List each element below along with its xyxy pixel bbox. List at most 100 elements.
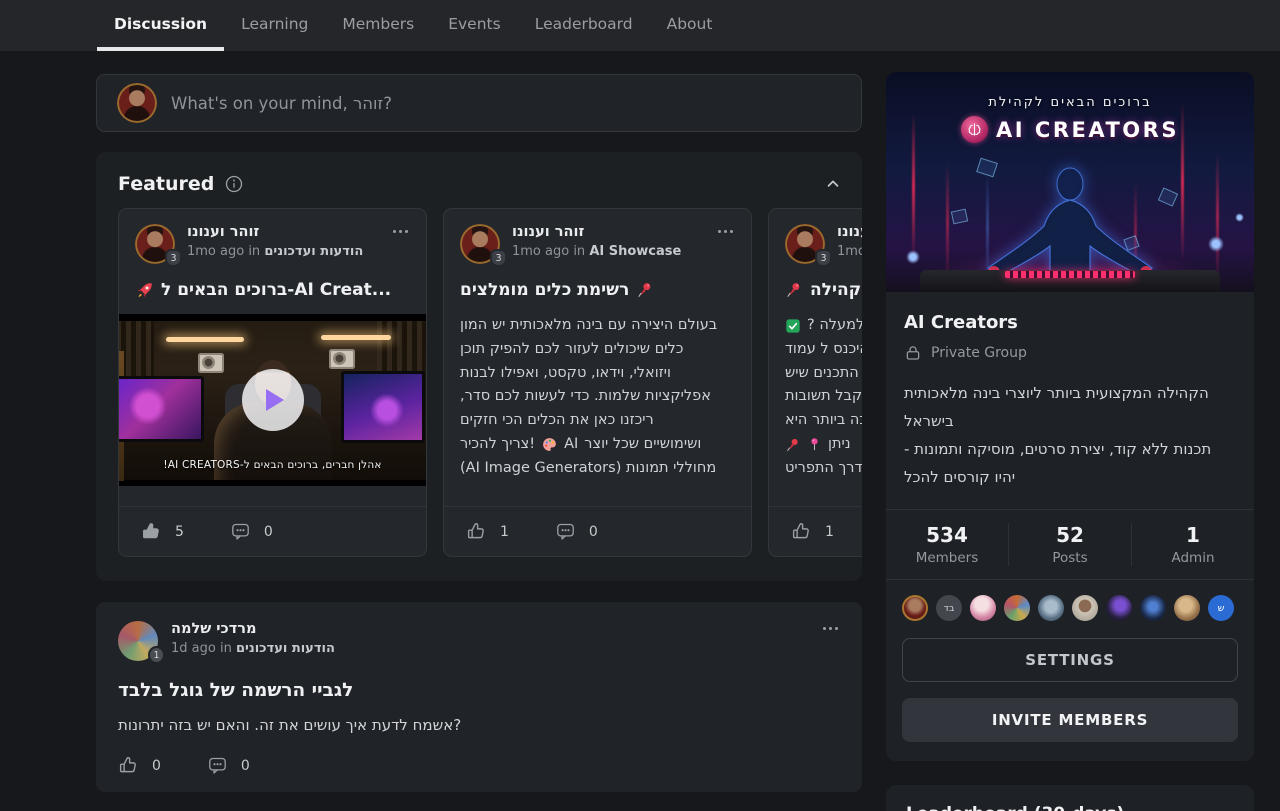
group-stats: 534 Members 52 Posts 1 Admin	[886, 509, 1254, 580]
tab-discussion[interactable]: Discussion	[97, 0, 224, 51]
thumbs-up-icon	[466, 521, 487, 542]
comment-icon	[230, 521, 251, 542]
feed-post[interactable]: 1 מרדכי שלמה 1d ago in הודעות ועדכונים ל…	[96, 602, 862, 792]
like-button[interactable]: 1	[466, 521, 509, 542]
post-body: בעולם היצירה עם בינה מלאכותית יש המון כל…	[460, 314, 735, 481]
top-nav: Discussion Learning Members Events Leade…	[0, 0, 1280, 51]
post-author: מרדכי שלמה	[171, 621, 335, 637]
featured-card-community[interactable]: 3 זוהר וענונו 1mo ago in	[768, 208, 862, 557]
thumbs-up-icon	[791, 521, 812, 542]
member-avatar[interactable]	[970, 595, 996, 621]
post-category: הודעות ועדכונים	[236, 641, 335, 656]
post-title: רשימת כלים מומלצים	[460, 280, 629, 300]
like-count: 1	[825, 524, 834, 540]
green-check-icon	[785, 318, 801, 334]
thumbs-up-filled-icon	[141, 521, 162, 542]
level-badge: 3	[490, 249, 507, 267]
post-time: 1mo ago in	[837, 244, 862, 259]
featured-section: Featured 3	[96, 152, 862, 581]
pushpin-icon	[785, 437, 801, 453]
featured-card-welcome[interactable]: 3 זוהר וענונו 1mo ago in הודעות ועדכונים	[118, 208, 427, 557]
post-time: 1d ago in	[171, 641, 232, 656]
tab-events[interactable]: Events	[431, 0, 517, 51]
video-thumbnail[interactable]: אהלן חברים, ברוכים הבאים ל-AI CREATORS!	[118, 314, 427, 486]
stat-label: Members	[886, 550, 1008, 566]
stat-members[interactable]: 534 Members	[886, 523, 1008, 566]
banner-brand-text: AI CREATORS	[996, 118, 1179, 142]
stat-value: 52	[1009, 523, 1131, 547]
comment-button[interactable]: 0	[207, 755, 250, 776]
member-avatar[interactable]: בד	[936, 595, 962, 621]
group-banner: ברוכים הבאים לקהילת AI CREATORS	[886, 72, 1254, 292]
post-title: קהילה	[810, 280, 861, 300]
round-pin-icon	[807, 437, 822, 452]
group-description: הקהילה המקצועית ביותר ליוצרי בינה מלאכות…	[904, 379, 1236, 509]
stat-value: 534	[886, 523, 1008, 547]
leaderboard-card: Leaderboard (30-days)	[886, 785, 1254, 811]
comment-count: 0	[589, 524, 598, 540]
more-menu-icon[interactable]	[716, 224, 735, 239]
invite-members-button[interactable]: INVITE MEMBERS	[902, 698, 1238, 742]
leaderboard-title: Leaderboard (30-days)	[906, 804, 1234, 811]
pushpin-icon	[636, 281, 654, 299]
post-body: אשמח לדעת איך עושים את זה. והאם יש בזה י…	[118, 716, 840, 734]
thumbs-up-icon	[118, 755, 139, 776]
play-button[interactable]	[242, 369, 304, 431]
member-avatar[interactable]	[1038, 595, 1064, 621]
play-icon	[266, 389, 284, 411]
member-avatar[interactable]	[1106, 595, 1132, 621]
like-count: 1	[500, 524, 509, 540]
settings-button[interactable]: SETTINGS	[902, 638, 1238, 682]
tab-members[interactable]: Members	[325, 0, 431, 51]
lock-icon	[904, 344, 922, 362]
stat-posts[interactable]: 52 Posts	[1008, 523, 1131, 566]
post-category: AI Showcase	[589, 244, 681, 259]
member-avatar[interactable]: ש	[1208, 595, 1234, 621]
chevron-up-icon[interactable]	[824, 175, 842, 193]
member-avatar[interactable]	[902, 595, 928, 621]
tab-about[interactable]: About	[650, 0, 730, 51]
compose-post-box[interactable]: What's on your mind, זוהר?	[96, 74, 862, 132]
video-caption: אהלן חברים, ברוכים הבאים ל-AI CREATORS!	[118, 459, 427, 471]
like-button[interactable]: 1	[791, 521, 834, 542]
like-button[interactable]: 0	[118, 755, 161, 776]
comment-button[interactable]: 0	[230, 521, 273, 542]
stat-label: Posts	[1009, 550, 1131, 566]
like-button[interactable]: 5	[141, 521, 184, 542]
level-badge: 3	[165, 249, 182, 267]
stat-admins[interactable]: 1 Admin	[1131, 523, 1254, 566]
more-menu-icon[interactable]	[391, 224, 410, 239]
tab-learning[interactable]: Learning	[224, 0, 325, 51]
more-menu-icon[interactable]	[821, 621, 840, 636]
member-avatars-row: בד ש	[886, 580, 1254, 625]
group-name: AI Creators	[904, 312, 1236, 333]
stat-value: 1	[1132, 523, 1254, 547]
banner-keyboard	[1005, 271, 1135, 278]
stat-label: Admin	[1132, 550, 1254, 566]
info-icon[interactable]	[224, 174, 244, 194]
comment-count: 0	[264, 524, 273, 540]
post-category: הודעות ועדכונים	[264, 244, 363, 259]
pushpin-icon	[785, 281, 803, 299]
comment-icon	[207, 755, 228, 776]
avatar	[117, 83, 157, 123]
member-avatar[interactable]	[1004, 595, 1030, 621]
post-time: 1mo ago in	[187, 244, 260, 259]
group-privacy: Private Group	[931, 345, 1027, 361]
featured-title: Featured	[118, 173, 214, 195]
banner-figure	[960, 164, 1180, 282]
member-avatar[interactable]	[1174, 595, 1200, 621]
tab-leaderboard[interactable]: Leaderboard	[518, 0, 650, 51]
member-avatar[interactable]	[1140, 595, 1166, 621]
compose-placeholder: What's on your mind, זוהר?	[171, 94, 392, 113]
post-time: 1mo ago in	[512, 244, 585, 259]
post-author: זוהר וענונו	[837, 224, 862, 240]
level-badge: 3	[815, 249, 832, 267]
comment-button[interactable]: 0	[555, 521, 598, 542]
rocket-icon	[135, 281, 154, 300]
post-author: זוהר וענונו	[512, 224, 681, 240]
featured-card-tools[interactable]: 3 זוהר וענונו 1mo ago in AI Showcase רשי…	[443, 208, 752, 557]
post-author: זוהר וענונו	[187, 224, 363, 240]
member-avatar[interactable]	[1072, 595, 1098, 621]
banner-welcome-text: ברוכים הבאים לקהילת	[886, 95, 1254, 110]
